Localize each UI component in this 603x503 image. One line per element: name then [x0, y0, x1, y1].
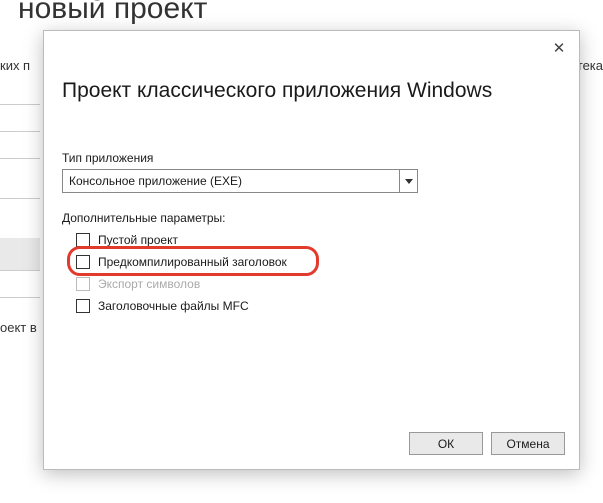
- app-type-select[interactable]: Консольное приложение (EXE): [62, 169, 418, 193]
- option-label: Заголовочные файлы MFC: [98, 299, 249, 313]
- background-divider: [0, 131, 40, 132]
- background-text-left: ких п: [0, 58, 30, 73]
- checkbox: [76, 277, 90, 291]
- app-type-value: Консольное приложение (EXE): [63, 174, 399, 188]
- dialog-title: Проект классического приложения Windows: [62, 79, 492, 103]
- cancel-button[interactable]: Отмена: [491, 432, 565, 455]
- background-divider: [0, 104, 40, 105]
- dialog-button-row: ОК Отмена: [409, 432, 565, 455]
- checkbox[interactable]: [76, 299, 90, 313]
- options-group: Пустой проект Предкомпилированный заголо…: [76, 229, 287, 317]
- option-precompiled-header[interactable]: Предкомпилированный заголовок: [76, 251, 287, 273]
- checkbox[interactable]: [76, 255, 90, 269]
- option-label: Пустой проект: [98, 233, 178, 247]
- app-type-label: Тип приложения: [62, 151, 153, 165]
- close-icon[interactable]: ✕: [549, 39, 569, 59]
- background-divider: [0, 238, 40, 270]
- additional-params-label: Дополнительные параметры:: [62, 211, 226, 225]
- option-mfc-headers[interactable]: Заголовочные файлы MFC: [76, 295, 287, 317]
- background-text-bottom: оект в: [0, 320, 37, 335]
- option-label: Экспорт символов: [98, 277, 200, 291]
- background-divider: [0, 198, 40, 199]
- chevron-down-icon[interactable]: [399, 170, 417, 192]
- option-empty-project[interactable]: Пустой проект: [76, 229, 287, 251]
- background-divider: [0, 297, 40, 298]
- dialog-window: ✕ Проект классического приложения Window…: [43, 30, 580, 470]
- background-divider: [0, 158, 40, 159]
- background-heading: новый проект: [18, 0, 207, 26]
- option-export-symbols: Экспорт символов: [76, 273, 287, 295]
- background-divider: [0, 270, 40, 271]
- option-label: Предкомпилированный заголовок: [98, 255, 287, 269]
- ok-button[interactable]: ОК: [409, 432, 483, 455]
- checkbox[interactable]: [76, 233, 90, 247]
